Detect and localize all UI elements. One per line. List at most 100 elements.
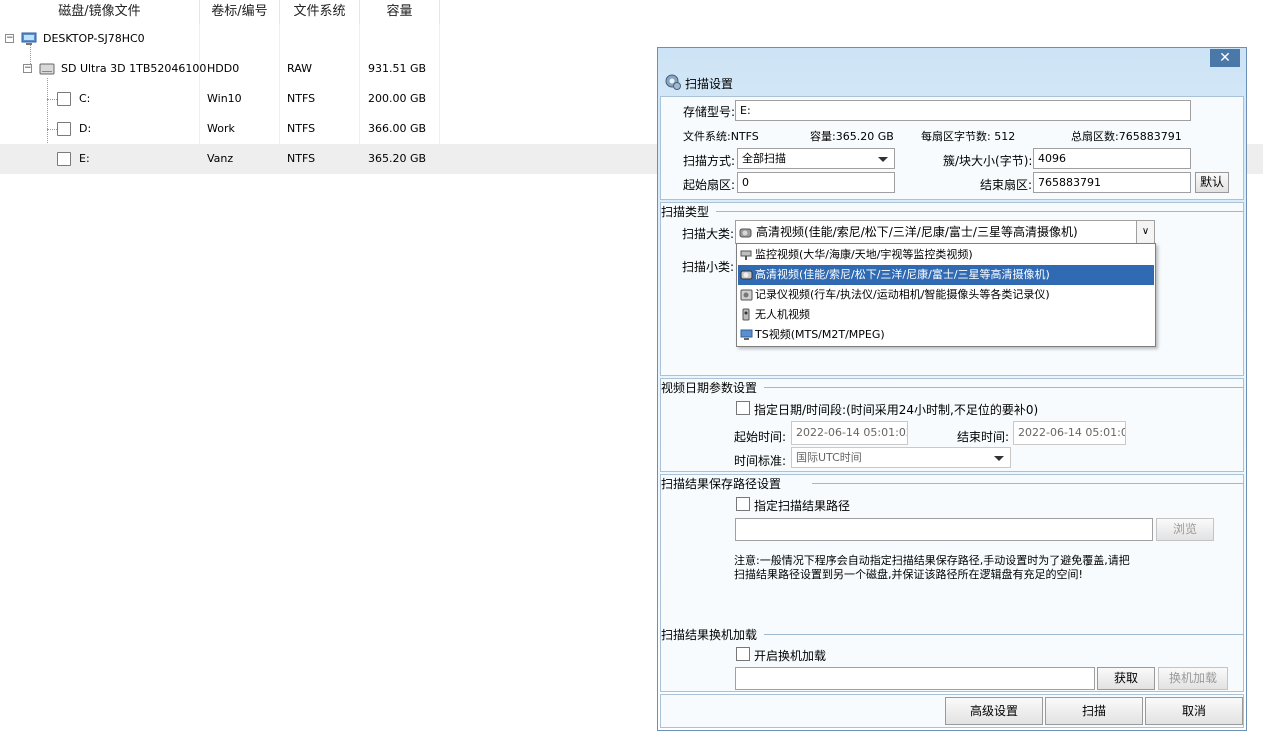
time-standard-label: 时间标准: [734,454,787,468]
section-divider [812,483,1244,484]
category-value: 高清视频(佳能/索尼/松下/三洋/尼康/富士/三星等高清摄像机) [756,225,1078,239]
column-header-label[interactable]: 卷标/编号 [200,0,280,24]
tree-row-computer[interactable]: − DESKTOP-SJ78HC0 [0,24,440,54]
capacity: 366.00 GB [368,122,427,135]
computer-icon [21,32,37,45]
start-time-field[interactable]: 2022-06-14 05:01:02 [791,421,908,445]
cancel-button[interactable]: 取消 [1145,697,1243,725]
section-divider [716,211,1244,212]
collapse-icon[interactable]: − [5,34,14,43]
collapse-icon[interactable]: − [23,64,32,73]
dropdown-option-label: 监控视频(大华/海康/天地/宇视等监控类视频) [755,248,973,261]
start-sector-field[interactable]: 0 [737,172,895,193]
reload-label: 开启换机加载 [754,649,827,663]
category-dropdown-list: 监控视频(大华/海康/天地/宇视等监控类视频) 高清视频(佳能/索尼/松下/三洋… [736,243,1156,347]
capacity: 931.51 GB [368,62,427,75]
start-time-label: 起始时间: [734,430,787,444]
scan-button[interactable]: 扫描 [1045,697,1143,725]
result-path-checkbox[interactable] [736,497,750,511]
scan-type-section-title: 扫描类型 [661,205,710,219]
path-section-title: 扫描结果保存路径设置 [661,477,782,491]
chevron-down-icon [994,456,1004,461]
partition-checkbox[interactable] [57,92,71,106]
result-path-label: 指定扫描结果路径 [754,499,851,513]
scan-mode-select[interactable]: 全部扫描 [737,148,895,169]
storage-label: 存储型号: [683,105,736,119]
dropdown-option-ts-video[interactable]: TS视频(MTS/M2T/MPEG) [738,325,1154,345]
result-path-field[interactable] [735,518,1153,541]
section-divider [764,387,1244,388]
scan-settings-dialog: ✕ 扫描设置 存储型号: E: 文件系统:NTFS 容量:365.20 GB 每… [657,47,1247,731]
end-time-label: 结束时间: [957,430,1010,444]
dropdown-option-label: 无人机视频 [755,308,810,321]
tree-row-partition-d[interactable]: D: Work NTFS 366.00 GB [0,114,440,144]
volume-label: Win10 [207,92,242,105]
time-standard-value: 国际UTC时间 [796,451,862,464]
dropdown-option-label: TS视频(MTS/M2T/MPEG) [755,328,885,341]
close-button[interactable]: ✕ [1210,49,1240,67]
date-filter-checkbox[interactable] [736,401,750,415]
date-filter-label: 指定日期/时间段:(时间采用24小时制,不足位的要补0) [754,403,1039,417]
total-sectors-info: 总扇区数:765883791 [1071,130,1182,143]
category-label: 扫描大类: [682,227,735,241]
filesystem: NTFS [287,152,316,165]
scan-mode-value: 全部扫描 [742,152,786,165]
hard-disk-icon [39,63,55,75]
capacity: 365.20 GB [368,152,427,165]
dropdown-option-recorder[interactable]: 记录仪视频(行车/执法仪/运动相机/智能摄像头等各类记录仪) [738,285,1154,305]
column-header-filesystem[interactable]: 文件系统 [280,0,360,24]
partition-checkbox[interactable] [57,122,71,136]
column-header-disk[interactable]: 磁盘/镜像文件 [0,0,200,24]
camera-icon [739,228,752,238]
advanced-settings-button[interactable]: 高级设置 [945,697,1043,725]
volume-label: Work [207,122,235,135]
scan-mode-label: 扫描方式: [683,154,736,168]
time-standard-select[interactable]: 国际UTC时间 [791,447,1011,468]
filesystem-info: 文件系统:NTFS [683,130,759,143]
fetch-button[interactable]: 获取 [1097,667,1155,690]
dropdown-option-hd-video[interactable]: 高清视频(佳能/索尼/松下/三洋/尼康/富士/三星等高清摄像机) [738,265,1154,285]
filesystem: NTFS [287,92,316,105]
end-sector-field[interactable]: 765883791 [1033,172,1191,193]
column-header-capacity[interactable]: 容量 [360,0,440,24]
tree-node-name: D: [79,122,92,135]
gear-icon [665,74,681,90]
dialog-title: 扫描设置 [685,77,734,91]
dialog-footer: 高级设置 扫描 取消 [660,694,1244,728]
end-sector-label: 结束扇区: [980,178,1033,192]
tree-node-name: DESKTOP-SJ78HC0 [43,32,145,45]
device-info-panel: 存储型号: E: 文件系统:NTFS 容量:365.20 GB 每扇区字节数: … [660,96,1244,200]
dropdown-option-drone[interactable]: 无人机视频 [738,305,1154,325]
volume-label: HDD0 [207,62,240,75]
tree-node-name: E: [79,152,90,165]
cluster-size-field[interactable]: 4096 [1033,148,1191,169]
camera-icon [740,270,753,280]
browse-button[interactable]: 浏览 [1156,518,1214,541]
filesystem: NTFS [287,122,316,135]
partition-checkbox[interactable] [57,152,71,166]
cctv-camera-icon [740,250,752,260]
category-select[interactable]: 高清视频(佳能/索尼/松下/三洋/尼康/富士/三星等高清摄像机) ∨ [735,220,1155,244]
reload-field[interactable] [735,667,1095,690]
capacity-info: 容量:365.20 GB [810,130,894,143]
date-section-title: 视频日期参数设置 [661,381,758,395]
end-time-field[interactable]: 2022-06-14 05:01:02 [1013,421,1126,445]
reload-button[interactable]: 换机加载 [1158,667,1228,690]
tree-node-name: C: [79,92,91,105]
chevron-down-icon [878,157,888,162]
dropdown-option-surveillance[interactable]: 监控视频(大华/海康/天地/宇视等监控类视频) [738,245,1154,265]
storage-field[interactable]: E: [735,100,1191,121]
reload-checkbox[interactable] [736,647,750,661]
subcategory-label: 扫描小类: [682,260,735,274]
recorder-icon [740,289,753,301]
tree-row-partition-c[interactable]: C: Win10 NTFS 200.00 GB [0,84,440,114]
note-line-2: 扫描结果路径设置到另一个磁盘,并保证该路径所在逻辑盘有充足的空间! [734,568,1083,581]
tree-row-disk[interactable]: − SD Ultra 3D 1TB52046100 HDD0 RAW 931.5… [0,54,440,84]
volume-label: Vanz [207,152,234,165]
capacity: 200.00 GB [368,92,427,105]
tree-node-name: SD Ultra 3D 1TB52046100 [61,62,207,75]
cluster-size-label: 簇/块大小(字节): [943,154,1033,168]
chevron-down-icon[interactable]: ∨ [1136,221,1154,243]
default-button[interactable]: 默认 [1195,172,1229,193]
reload-section-title: 扫描结果换机加载 [661,628,758,642]
